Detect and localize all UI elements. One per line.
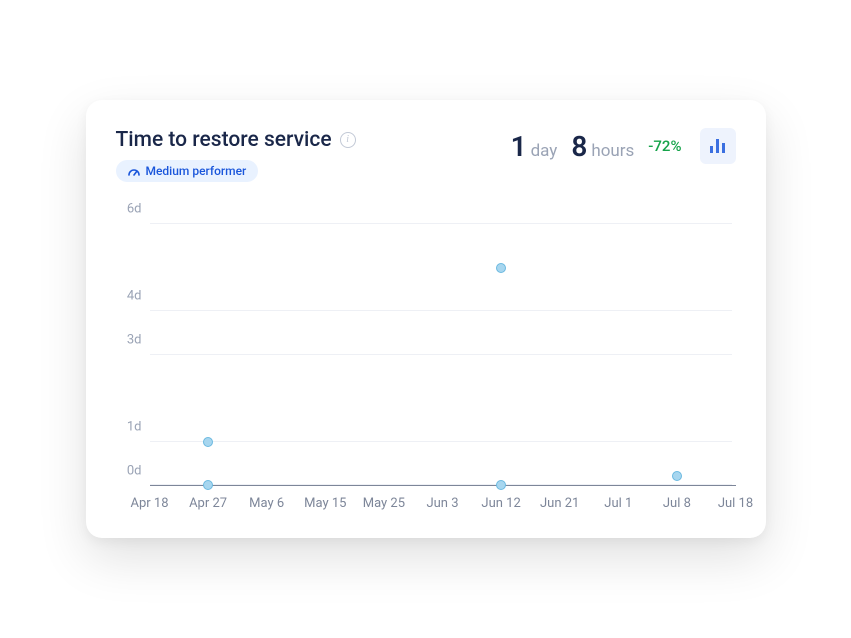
metric-delta: -72% bbox=[648, 137, 681, 155]
x-tick-label: May 25 bbox=[363, 496, 405, 511]
data-point[interactable] bbox=[203, 437, 213, 447]
performer-badge-label: Medium performer bbox=[146, 164, 247, 178]
metric-days-unit: day bbox=[531, 141, 558, 161]
metric-days-value: 1 bbox=[511, 130, 527, 163]
x-tick-label: Jul 18 bbox=[718, 496, 753, 511]
metric-hours-unit: hours bbox=[591, 141, 634, 161]
gridline bbox=[150, 223, 732, 224]
data-point[interactable] bbox=[203, 480, 213, 490]
card-title: Time to restore service bbox=[116, 128, 332, 152]
x-tick-label: Jul 1 bbox=[604, 496, 632, 511]
y-axis: 6d4d3d1d0d bbox=[116, 224, 150, 486]
metric-hours: 8 hours bbox=[571, 130, 634, 163]
x-tick-label: Apr 27 bbox=[189, 496, 227, 511]
metric-card: Time to restore service i Medium perform… bbox=[86, 100, 766, 538]
chart-type-button[interactable] bbox=[700, 128, 736, 164]
data-point[interactable] bbox=[672, 471, 682, 481]
card-header: Time to restore service i Medium perform… bbox=[116, 128, 736, 182]
performer-badge[interactable]: Medium performer bbox=[116, 160, 259, 182]
gridline bbox=[150, 441, 732, 442]
y-tick-label: 4d bbox=[127, 289, 142, 304]
x-tick-label: May 6 bbox=[249, 496, 284, 511]
metrics-row: 1 day 8 hours -72% bbox=[511, 128, 736, 164]
title-block: Time to restore service i Medium perform… bbox=[116, 128, 356, 182]
data-point[interactable] bbox=[496, 480, 506, 490]
x-tick-label: Jun 12 bbox=[481, 496, 520, 511]
gridline bbox=[150, 484, 732, 485]
chart-plot bbox=[150, 224, 736, 486]
bar-chart-icon bbox=[709, 138, 727, 154]
y-tick-label: 1d bbox=[127, 420, 142, 435]
metric-hours-value: 8 bbox=[571, 130, 587, 163]
gauge-icon bbox=[128, 166, 140, 176]
x-tick-label: Jul 8 bbox=[663, 496, 691, 511]
gridline bbox=[150, 354, 732, 355]
y-tick-label: 3d bbox=[127, 333, 142, 348]
info-icon[interactable]: i bbox=[340, 132, 356, 148]
x-axis: Apr 18Apr 27May 6May 15May 25Jun 3Jun 12… bbox=[150, 496, 736, 514]
gridline bbox=[150, 310, 732, 311]
y-tick-label: 0d bbox=[127, 464, 142, 479]
x-tick-label: Jun 3 bbox=[426, 496, 458, 511]
metric-days: 1 day bbox=[511, 130, 558, 163]
x-tick-label: Apr 18 bbox=[130, 496, 168, 511]
chart-area: 6d4d3d1d0d bbox=[116, 224, 736, 486]
title-row: Time to restore service i bbox=[116, 128, 356, 152]
x-tick-label: May 15 bbox=[304, 496, 346, 511]
x-tick-label: Jun 21 bbox=[540, 496, 579, 511]
y-tick-label: 6d bbox=[127, 202, 142, 217]
data-point[interactable] bbox=[496, 263, 506, 273]
